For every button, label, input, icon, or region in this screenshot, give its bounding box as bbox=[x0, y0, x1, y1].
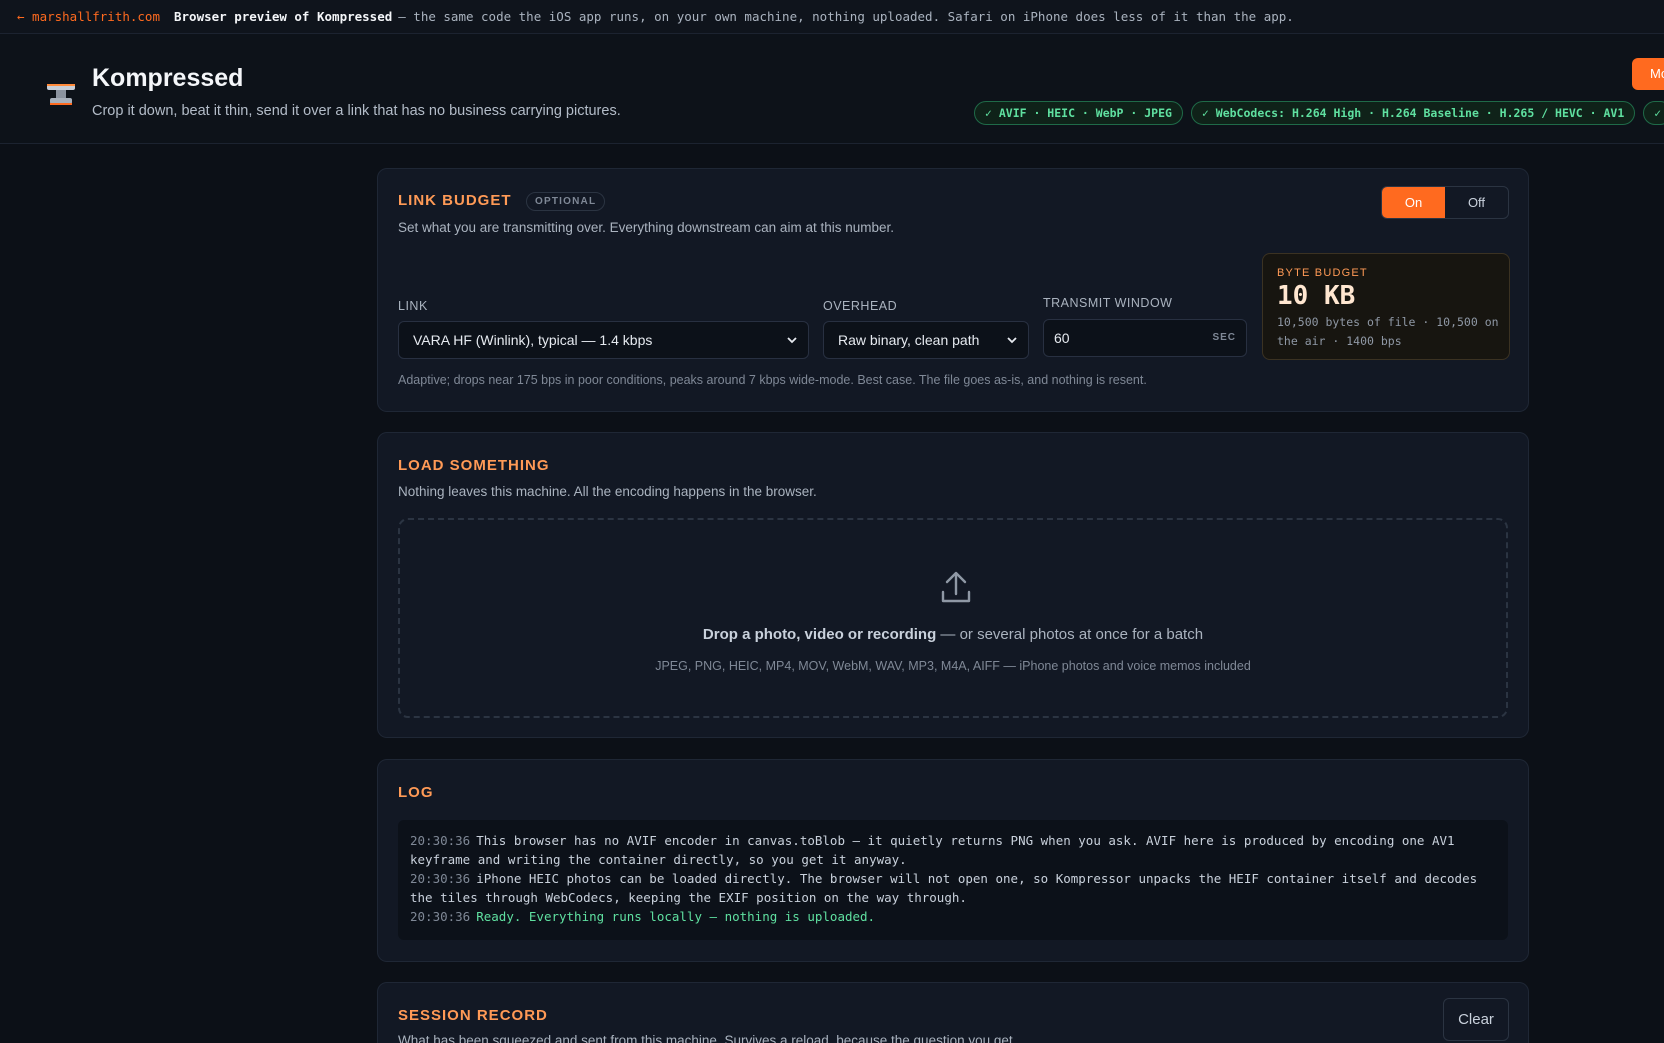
load-subtitle: Nothing leaves this machine. All the enc… bbox=[398, 484, 817, 499]
chevron-down-icon bbox=[1007, 337, 1017, 344]
app-title: Kompressed bbox=[92, 64, 244, 92]
toggle-on-button[interactable]: On bbox=[1382, 187, 1445, 218]
link-budget-toggle: On Off bbox=[1381, 186, 1509, 219]
log-title: LOG bbox=[398, 784, 434, 801]
drop-strong-text: Drop a photo, video or recording bbox=[702, 626, 937, 643]
log-output: 20:30:36 This browser has no AVIF encoder… bbox=[398, 820, 1508, 940]
capability-chip: ✓ bbox=[1643, 101, 1664, 125]
log-message: Ready. Everything runs locally — nothing… bbox=[476, 909, 876, 924]
transmit-window-value: 60 bbox=[1054, 330, 1070, 346]
link-budget-subtitle: Set what you are transmitting over. Ever… bbox=[398, 220, 894, 235]
drop-zone[interactable]: Drop a photo, video or recording — or se… bbox=[398, 518, 1508, 718]
capability-chip: ✓ WebCodecs: H.264 High · H.264 Baseline… bbox=[1190, 101, 1636, 125]
optional-badge: OPTIONAL bbox=[526, 192, 606, 211]
header-action-button[interactable]: Mo bbox=[1632, 58, 1664, 90]
capability-chips: ✓ AVIF · HEIC · WebP · JPEG ✓ WebCodecs:… bbox=[974, 101, 1664, 125]
log-entry: 20:30:36 This browser has no AVIF encoder… bbox=[410, 831, 1496, 869]
log-timestamp: 20:30:36 bbox=[410, 909, 471, 924]
overhead-select-value: Raw binary, clean path bbox=[838, 332, 980, 348]
session-card: SESSION RECORD What has been squeezed an… bbox=[377, 982, 1529, 1043]
log-entry: 20:30:36 Ready. Everything runs locally —… bbox=[410, 907, 1496, 926]
log-timestamp: 20:30:36 bbox=[410, 833, 471, 848]
link-hint: Adaptive; drops near 175 bps in poor con… bbox=[398, 373, 1147, 387]
app-tagline: Crop it down, beat it thin, send it over… bbox=[92, 103, 621, 119]
back-link[interactable]: ← marshallfrith.com bbox=[17, 9, 160, 24]
link-label: LINK bbox=[398, 299, 428, 313]
log-card: LOG 20:30:36 This browser has no AVIF enc… bbox=[377, 759, 1529, 962]
load-card: LOAD SOMETHING Nothing leaves this machi… bbox=[377, 432, 1529, 738]
byte-budget-value: 10 KB bbox=[1277, 281, 1356, 311]
link-select-value: VARA HF (Winlink), typical — 1.4 kbps bbox=[413, 332, 653, 348]
log-message: iPhone HEIC photos can be loaded directl… bbox=[410, 871, 1478, 905]
banner-title: Browser preview of Kompressed bbox=[174, 9, 393, 24]
clear-button[interactable]: Clear bbox=[1443, 998, 1509, 1041]
byte-budget-box: BYTE BUDGET 10 KB 10,500 bytes of file ·… bbox=[1262, 253, 1510, 360]
log-entry: 20:30:36 iPhone HEIC photos can be loaded… bbox=[410, 869, 1496, 907]
anvil-logo-icon bbox=[47, 84, 75, 105]
transmit-window-label: TRANSMIT WINDOW bbox=[1043, 296, 1173, 310]
link-budget-title: LINK BUDGET bbox=[398, 192, 512, 209]
drop-instructions: Drop a photo, video or recording — or se… bbox=[400, 626, 1506, 643]
load-title: LOAD SOMETHING bbox=[398, 457, 550, 474]
chevron-down-icon bbox=[787, 337, 797, 344]
app-header: Kompressed Crop it down, beat it thin, s… bbox=[0, 34, 1664, 144]
transmit-window-input[interactable]: 60 SEC bbox=[1043, 319, 1247, 357]
transmit-window-unit: SEC bbox=[1212, 332, 1236, 343]
upload-icon bbox=[941, 571, 971, 603]
top-banner: ← marshallfrith.com Browser preview of K… bbox=[0, 0, 1664, 34]
drop-rest-text: — or several photos at once for a batch bbox=[936, 626, 1204, 643]
capability-chip: ✓ AVIF · HEIC · WebP · JPEG bbox=[974, 101, 1183, 125]
session-title: SESSION RECORD bbox=[398, 1007, 548, 1024]
overhead-label: OVERHEAD bbox=[823, 299, 898, 313]
byte-budget-label: BYTE BUDGET bbox=[1277, 267, 1368, 279]
overhead-select[interactable]: Raw binary, clean path bbox=[823, 321, 1029, 359]
link-select[interactable]: VARA HF (Winlink), typical — 1.4 kbps bbox=[398, 321, 809, 359]
session-subtitle: What has been squeezed and sent from thi… bbox=[398, 1033, 1013, 1043]
log-message: This browser has no AVIF encoder in canv… bbox=[410, 833, 1455, 867]
supported-formats: JPEG, PNG, HEIC, MP4, MOV, WebM, WAV, MP… bbox=[655, 659, 1251, 673]
banner-description: — the same code the iOS app runs, on you… bbox=[398, 9, 1294, 24]
byte-budget-detail: 10,500 bytes of file · 10,500 on the air… bbox=[1277, 315, 1499, 348]
log-timestamp: 20:30:36 bbox=[410, 871, 471, 886]
link-budget-card: LINK BUDGET OPTIONAL Set what you are tr… bbox=[377, 168, 1529, 412]
toggle-off-button[interactable]: Off bbox=[1445, 187, 1508, 218]
